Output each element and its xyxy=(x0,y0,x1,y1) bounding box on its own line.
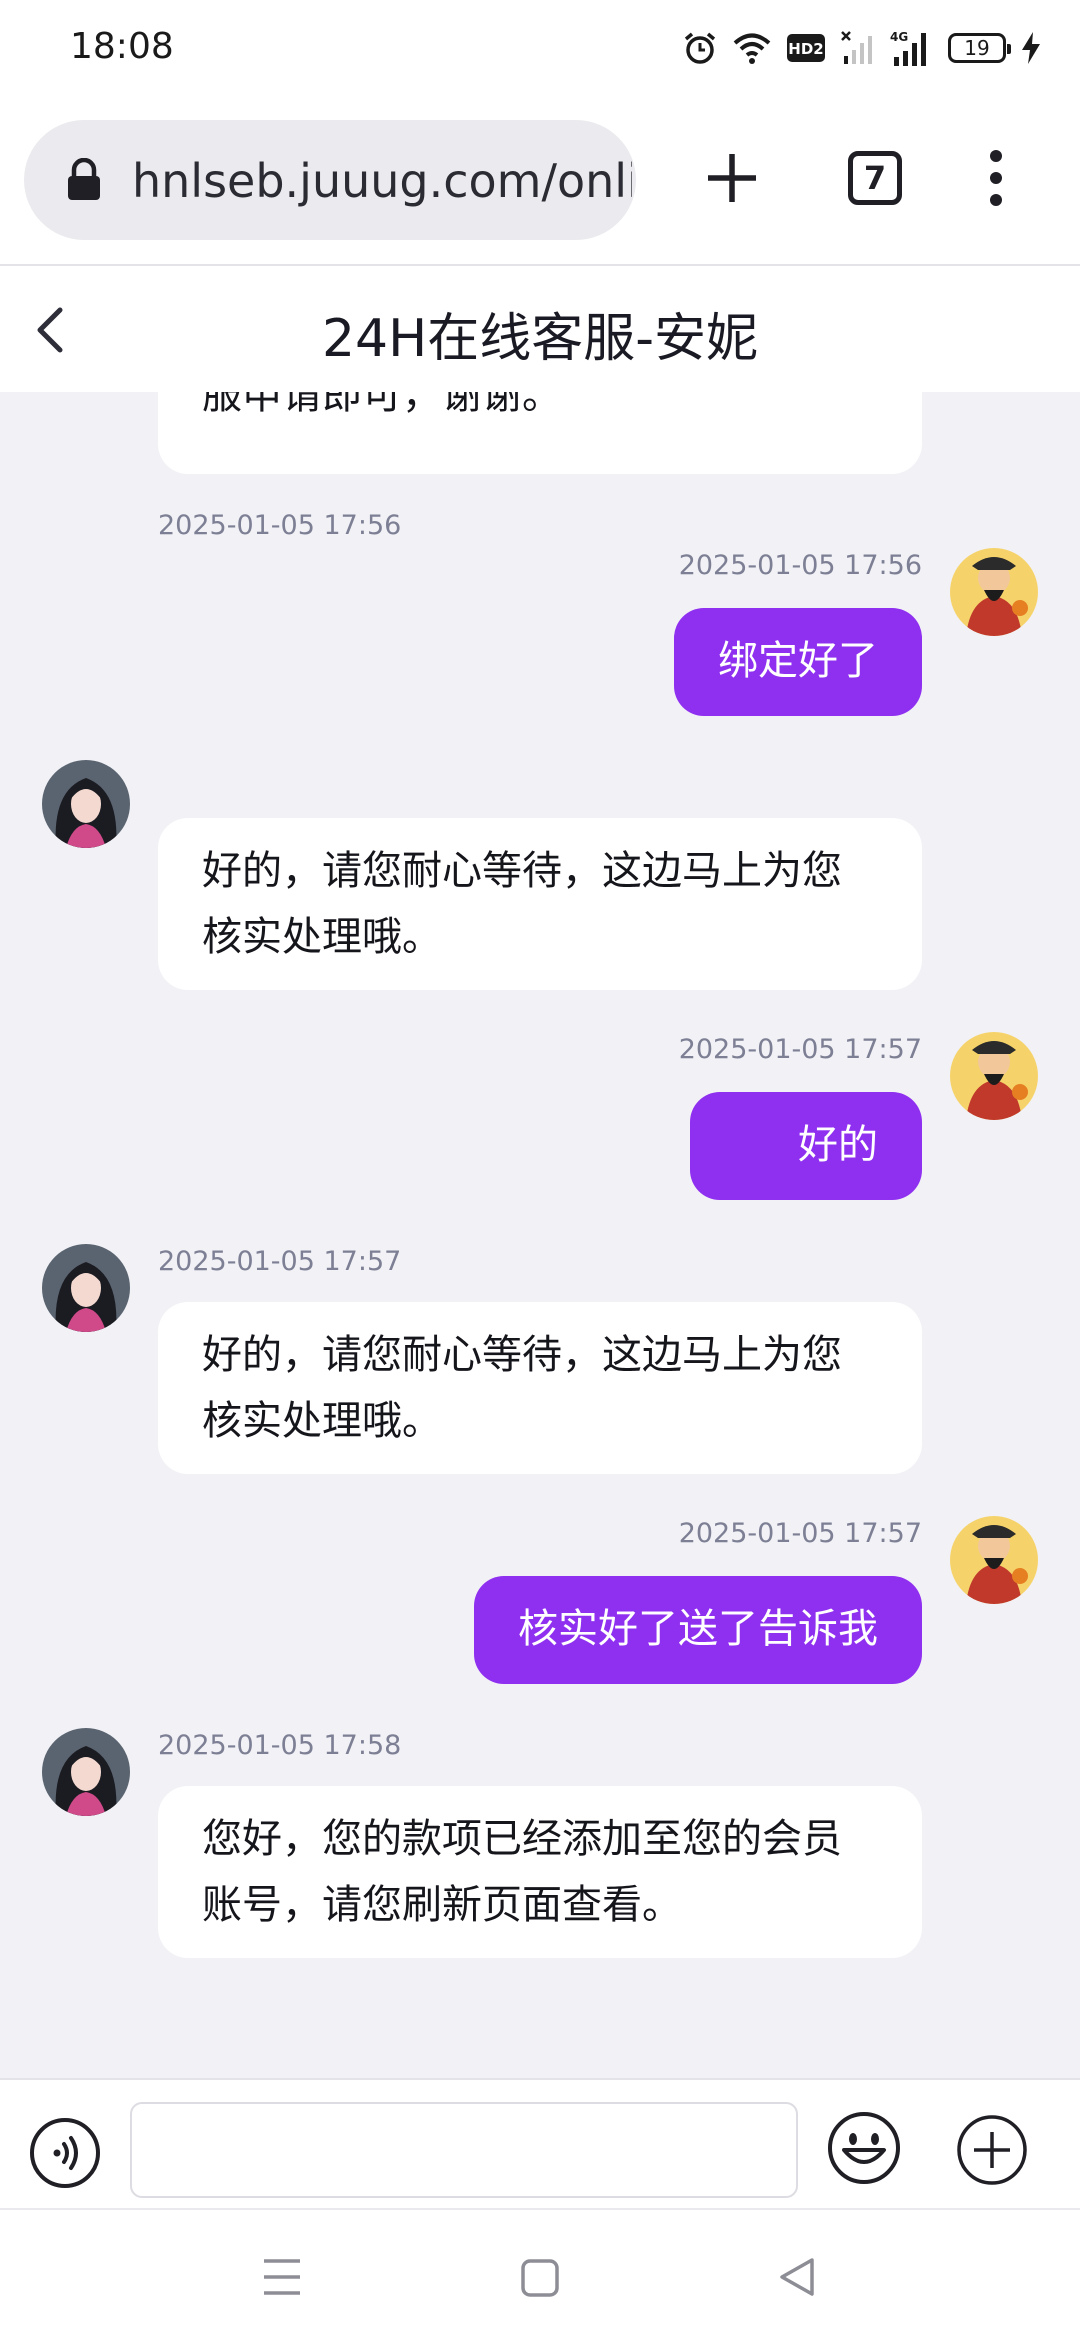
message-text: 核实好了送了告诉我 xyxy=(518,1606,878,1652)
url-text[interactable]: hnlseb.juuug.com/online xyxy=(132,154,632,208)
status-bar: 18:08 HD2 4G 19 xyxy=(0,0,1080,96)
user-avatar xyxy=(950,1032,1038,1120)
home-icon[interactable] xyxy=(520,2258,560,2298)
hd-icon: HD2 xyxy=(787,34,825,62)
chat-input-bar xyxy=(0,2078,1080,2208)
system-back-icon[interactable] xyxy=(778,2256,818,2298)
signal-1-icon xyxy=(841,31,872,64)
message-list[interactable]: 服申请即可，谢谢。 2025-01-05 17:56 绑定好了 2025-01-… xyxy=(0,392,1080,2078)
status-time: 18:08 xyxy=(70,26,174,67)
svg-text:4G: 4G xyxy=(890,30,908,44)
message-text-line: 核实处理哦。 xyxy=(202,1398,442,1444)
message-input[interactable] xyxy=(130,2102,798,2198)
agent-message-bubble: 服申请即可，谢谢。 xyxy=(158,392,922,474)
message-timestamp: 2025-01-05 17:57 xyxy=(678,1518,922,1549)
agent-message-bubble: 好的，请您耐心等待，这边马上为您 核实处理哦。 xyxy=(158,1302,922,1474)
new-tab-icon[interactable] xyxy=(704,150,760,206)
message-timestamp: 2025-01-05 17:58 xyxy=(158,1730,402,1761)
charging-icon xyxy=(1022,32,1040,64)
agent-message-bubble: 您好，您的款项已经添加至您的会员 账号，请您刷新页面查看。 xyxy=(158,1786,922,1958)
address-bar[interactable]: hnlseb.juuug.com/online xyxy=(24,120,636,240)
message-text: 绑定好了 xyxy=(718,638,878,684)
message-text: 好的 xyxy=(798,1122,878,1168)
message-text-line: 核实处理哦。 xyxy=(202,914,442,960)
battery-level: 19 xyxy=(964,36,990,60)
system-navigation-bar xyxy=(0,2208,1080,2340)
signal-4g-icon: 4G xyxy=(890,30,926,66)
chat-header: 24H在线客服-安妮 xyxy=(0,266,1080,392)
svg-text:HD2: HD2 xyxy=(788,40,823,58)
agent-avatar xyxy=(42,1728,130,1816)
agent-message-bubble: 好的，请您耐心等待，这边马上为您 核实处理哦。 xyxy=(158,818,922,990)
message-text-line: 好的，请您耐心等待，这边马上为您 xyxy=(202,848,842,894)
user-message-bubble: 绑定好了 xyxy=(674,608,922,716)
agent-avatar xyxy=(42,760,130,848)
battery-icon: 19 xyxy=(948,33,1011,63)
status-icons: HD2 4G 19 xyxy=(682,26,1042,70)
message-timestamp: 2025-01-05 17:57 xyxy=(158,1246,402,1277)
tab-switcher-button[interactable]: 7 xyxy=(848,151,902,205)
message-timestamp: 2025-01-05 17:57 xyxy=(678,1034,922,1065)
more-menu-icon[interactable] xyxy=(984,148,1008,208)
agent-avatar xyxy=(42,1244,130,1332)
user-message-bubble: 核实好了送了告诉我 xyxy=(474,1576,922,1684)
user-avatar xyxy=(950,548,1038,636)
emoji-icon[interactable] xyxy=(826,2110,902,2186)
lock-icon xyxy=(68,158,100,200)
add-attachment-icon[interactable] xyxy=(956,2114,1028,2186)
user-message-bubble: 好的 xyxy=(690,1092,922,1200)
message-timestamp: 2025-01-05 17:56 xyxy=(158,510,402,541)
recent-apps-icon[interactable] xyxy=(262,2258,302,2296)
message-timestamp: 2025-01-05 17:56 xyxy=(678,550,922,581)
alarm-icon xyxy=(684,32,716,64)
message-text-line: 您好，您的款项已经添加至您的会员 xyxy=(202,1816,842,1862)
message-text: 服申请即可，谢谢。 xyxy=(202,392,562,418)
user-avatar xyxy=(950,1516,1038,1604)
browser-toolbar: hnlseb.juuug.com/online 7 xyxy=(0,96,1080,266)
message-text-line: 好的，请您耐心等待，这边马上为您 xyxy=(202,1332,842,1378)
chat-title: 24H在线客服-安妮 xyxy=(321,309,759,369)
wifi-icon xyxy=(733,33,771,64)
message-text-line: 账号，请您刷新页面查看。 xyxy=(202,1882,682,1928)
voice-input-icon[interactable] xyxy=(28,2116,102,2190)
